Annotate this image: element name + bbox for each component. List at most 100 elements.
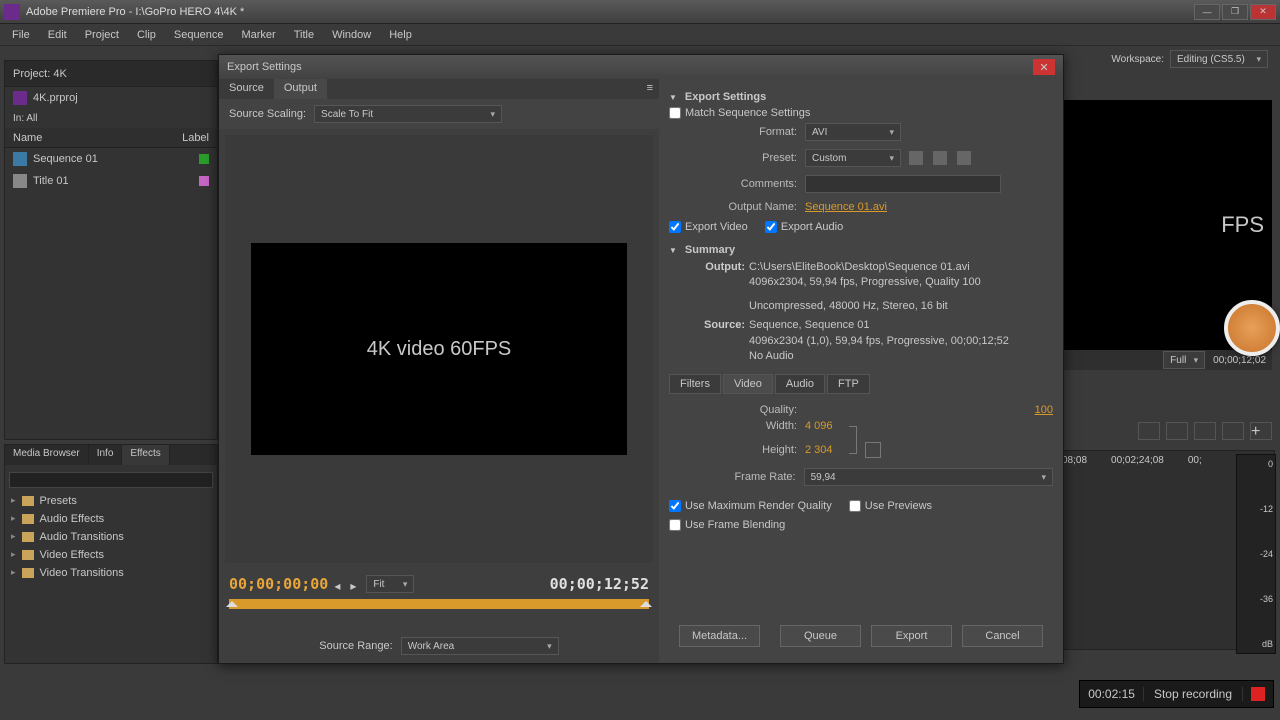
export-timeline: 00;00;00;00 ◂ ▸ Fit 00;00;12;52 xyxy=(219,569,659,629)
app-icon xyxy=(4,4,20,20)
folder-icon xyxy=(22,496,34,506)
effects-search-input[interactable] xyxy=(9,472,213,488)
menubar: File Edit Project Clip Sequence Marker T… xyxy=(0,24,1280,46)
add-track-button[interactable]: + xyxy=(1250,422,1272,440)
disclosure-icon: ▸ xyxy=(11,531,16,542)
stop-recording-button[interactable]: Stop recording xyxy=(1144,687,1243,701)
screen-recorder-bubble[interactable] xyxy=(1224,300,1280,356)
record-indicator-icon[interactable] xyxy=(1251,687,1265,701)
panel-menu-icon[interactable]: ≡ xyxy=(641,79,659,99)
label-swatch xyxy=(199,176,209,186)
screen-recorder-widget: 00:02:15 Stop recording xyxy=(1079,680,1274,708)
dialog-close-button[interactable]: ✕ xyxy=(1033,59,1055,75)
col-label[interactable]: Label xyxy=(182,132,209,144)
export-settings-dialog: Export Settings ✕ Source Output ≡ Source… xyxy=(218,54,1064,664)
project-item-name: Title 01 xyxy=(33,175,69,187)
queue-button[interactable]: Queue xyxy=(780,625,861,647)
tool-icon[interactable] xyxy=(1222,422,1244,440)
preview-fit-dropdown[interactable]: Fit xyxy=(366,575,414,593)
menu-clip[interactable]: Clip xyxy=(129,27,164,43)
use-max-quality-checkbox[interactable] xyxy=(669,500,681,512)
tab-info[interactable]: Info xyxy=(89,445,123,465)
menu-help[interactable]: Help xyxy=(381,27,420,43)
project-item[interactable]: Sequence 01 xyxy=(5,148,217,170)
folder-icon xyxy=(22,532,34,542)
link-dimensions-icon xyxy=(849,426,857,454)
effects-folder[interactable]: ▸Audio Effects xyxy=(5,510,217,528)
delete-preset-icon[interactable] xyxy=(957,151,971,165)
menu-title[interactable]: Title xyxy=(286,27,322,43)
dialog-titlebar: Export Settings ✕ xyxy=(219,55,1063,79)
step-back-icon[interactable]: ◂ xyxy=(334,579,344,589)
match-sequence-checkbox[interactable] xyxy=(669,107,681,119)
tab-output[interactable]: Output xyxy=(274,79,327,99)
format-label: Format: xyxy=(669,126,797,138)
folder-icon xyxy=(22,568,34,578)
tab-source[interactable]: Source xyxy=(219,79,274,99)
effects-folder[interactable]: ▸Presets xyxy=(5,492,217,510)
constrain-checkbox[interactable] xyxy=(865,442,881,458)
project-item[interactable]: Title 01 xyxy=(5,170,217,192)
save-preset-icon[interactable] xyxy=(909,151,923,165)
tool-icon[interactable] xyxy=(1194,422,1216,440)
tool-icon[interactable] xyxy=(1138,422,1160,440)
zoom-dropdown[interactable]: Full xyxy=(1163,351,1205,369)
folder-name: Video Effects xyxy=(40,549,104,561)
audio-meter: 0 -12 -24 -36 dB xyxy=(1236,454,1276,654)
menu-window[interactable]: Window xyxy=(324,27,379,43)
output-name-label: Output Name: xyxy=(669,201,797,213)
out-timecode[interactable]: 00;00;12;52 xyxy=(550,575,649,593)
framerate-dropdown[interactable]: 59,94 xyxy=(804,468,1053,486)
tab-media-browser[interactable]: Media Browser xyxy=(5,445,89,465)
folder-icon xyxy=(22,550,34,560)
timeline-tools: + xyxy=(1138,422,1272,440)
effects-folder[interactable]: ▸Audio Transitions xyxy=(5,528,217,546)
dialog-buttons: Metadata... Queue Export Cancel xyxy=(669,617,1053,655)
maximize-button[interactable]: ❐ xyxy=(1222,4,1248,20)
subtab-ftp[interactable]: FTP xyxy=(827,374,870,394)
workspace-dropdown[interactable]: Editing (CS5.5) xyxy=(1170,50,1268,68)
subtab-filters[interactable]: Filters xyxy=(669,374,721,394)
menu-sequence[interactable]: Sequence xyxy=(166,27,232,43)
export-settings-heading[interactable]: Export Settings xyxy=(669,91,1053,103)
project-panel: Project: 4K 4K.prproj In: All Name Label… xyxy=(4,60,218,440)
subtab-video[interactable]: Video xyxy=(723,374,773,394)
width-value[interactable]: 4 096 xyxy=(805,420,833,432)
height-value[interactable]: 2 304 xyxy=(805,444,833,456)
cancel-button[interactable]: Cancel xyxy=(962,625,1043,647)
metadata-button[interactable]: Metadata... xyxy=(679,625,760,647)
menu-file[interactable]: File xyxy=(4,27,38,43)
use-previews-checkbox[interactable] xyxy=(849,500,861,512)
output-name-link[interactable]: Sequence 01.avi xyxy=(805,201,887,213)
preset-dropdown[interactable]: Custom xyxy=(805,149,901,167)
summary-heading[interactable]: Summary xyxy=(669,244,1053,256)
menu-marker[interactable]: Marker xyxy=(233,27,283,43)
subtab-audio[interactable]: Audio xyxy=(775,374,825,394)
menu-project[interactable]: Project xyxy=(77,27,127,43)
titlebar: Adobe Premiere Pro - I:\GoPro HERO 4\4K … xyxy=(0,0,1280,24)
col-name[interactable]: Name xyxy=(13,132,182,144)
format-dropdown[interactable]: AVI xyxy=(805,123,901,141)
tab-effects[interactable]: Effects xyxy=(122,445,169,465)
quality-value[interactable]: 100 xyxy=(1035,404,1053,416)
export-button[interactable]: Export xyxy=(871,625,952,647)
tool-icon[interactable] xyxy=(1166,422,1188,440)
comments-input[interactable] xyxy=(805,175,1001,193)
source-range-dropdown[interactable]: Work Area xyxy=(401,637,559,655)
range-slider[interactable] xyxy=(229,599,649,609)
effects-folder[interactable]: ▸Video Effects xyxy=(5,546,217,564)
project-panel-tab[interactable]: Project: 4K xyxy=(5,61,217,87)
settings-subtabs: Filters Video Audio FTP xyxy=(669,374,1053,394)
in-timecode[interactable]: 00;00;00;00 xyxy=(229,575,328,593)
source-scaling-dropdown[interactable]: Scale To Fit xyxy=(314,105,502,123)
export-audio-checkbox[interactable] xyxy=(765,221,777,233)
export-video-checkbox[interactable] xyxy=(669,221,681,233)
close-button[interactable]: ✕ xyxy=(1250,4,1276,20)
import-preset-icon[interactable] xyxy=(933,151,947,165)
disclosure-icon: ▸ xyxy=(11,495,16,506)
menu-edit[interactable]: Edit xyxy=(40,27,75,43)
play-icon[interactable]: ▸ xyxy=(350,579,360,589)
use-frame-blending-checkbox[interactable] xyxy=(669,519,681,531)
minimize-button[interactable]: — xyxy=(1194,4,1220,20)
effects-folder[interactable]: ▸Video Transitions xyxy=(5,564,217,582)
